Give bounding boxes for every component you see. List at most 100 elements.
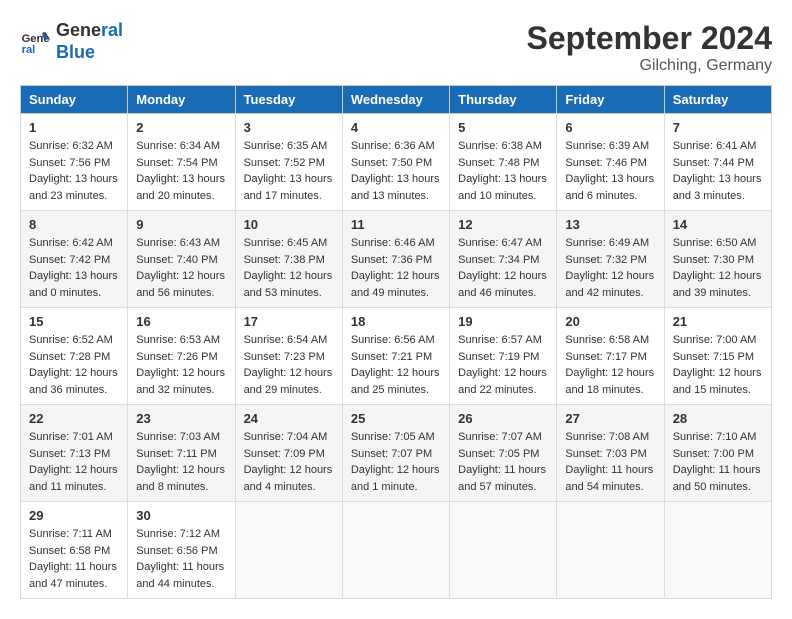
day-number: 22 bbox=[29, 411, 119, 426]
calendar-cell: 22Sunrise: 7:01 AM Sunset: 7:13 PM Dayli… bbox=[21, 405, 128, 502]
day-number: 2 bbox=[136, 120, 226, 135]
day-info: Sunrise: 6:39 AM Sunset: 7:46 PM Dayligh… bbox=[565, 138, 655, 204]
calendar-cell: 17Sunrise: 6:54 AM Sunset: 7:23 PM Dayli… bbox=[235, 308, 342, 405]
logo-text: General Blue bbox=[56, 20, 123, 63]
location: Gilching, Germany bbox=[527, 57, 772, 75]
day-number: 10 bbox=[244, 217, 334, 232]
day-info: Sunrise: 6:41 AM Sunset: 7:44 PM Dayligh… bbox=[673, 138, 763, 204]
weekday-saturday: Saturday bbox=[664, 86, 771, 114]
day-number: 24 bbox=[244, 411, 334, 426]
calendar-cell bbox=[557, 502, 664, 599]
day-number: 1 bbox=[29, 120, 119, 135]
month-title: September 2024 bbox=[527, 20, 772, 57]
day-number: 7 bbox=[673, 120, 763, 135]
calendar-week-1: 1 Sunrise: 6:32 AM Sunset: 7:56 PM Daylig… bbox=[21, 114, 772, 211]
day-info: Sunrise: 7:11 AM Sunset: 6:58 PM Dayligh… bbox=[29, 526, 119, 592]
day-number: 30 bbox=[136, 508, 226, 523]
day-info: Sunrise: 7:03 AM Sunset: 7:11 PM Dayligh… bbox=[136, 429, 226, 495]
calendar-cell: 19Sunrise: 6:57 AM Sunset: 7:19 PM Dayli… bbox=[450, 308, 557, 405]
day-number: 21 bbox=[673, 314, 763, 329]
day-number: 28 bbox=[673, 411, 763, 426]
weekday-friday: Friday bbox=[557, 86, 664, 114]
day-number: 3 bbox=[244, 120, 334, 135]
calendar-cell: 30Sunrise: 7:12 AM Sunset: 6:56 PM Dayli… bbox=[128, 502, 235, 599]
day-number: 20 bbox=[565, 314, 655, 329]
calendar-week-5: 29 Sunrise: 7:11 AM Sunset: 6:58 PM Dayli… bbox=[21, 502, 772, 599]
calendar-cell: 9 Sunrise: 6:43 AM Sunset: 7:40 PM Daylig… bbox=[128, 211, 235, 308]
day-number: 14 bbox=[673, 217, 763, 232]
calendar-header: SundayMondayTuesdayWednesdayThursdayFrid… bbox=[21, 86, 772, 114]
weekday-wednesday: Wednesday bbox=[342, 86, 449, 114]
weekday-sunday: Sunday bbox=[21, 86, 128, 114]
day-info: Sunrise: 6:49 AM Sunset: 7:32 PM Dayligh… bbox=[565, 235, 655, 301]
day-number: 13 bbox=[565, 217, 655, 232]
day-number: 5 bbox=[458, 120, 548, 135]
day-number: 19 bbox=[458, 314, 548, 329]
day-info: Sunrise: 6:32 AM Sunset: 7:56 PM Dayligh… bbox=[29, 138, 119, 204]
day-number: 9 bbox=[136, 217, 226, 232]
day-info: Sunrise: 7:05 AM Sunset: 7:07 PM Dayligh… bbox=[351, 429, 441, 495]
calendar-body: 1 Sunrise: 6:32 AM Sunset: 7:56 PM Daylig… bbox=[21, 114, 772, 599]
day-info: Sunrise: 6:42 AM Sunset: 7:42 PM Dayligh… bbox=[29, 235, 119, 301]
page-header: Gene ral General Blue September 2024 Gil… bbox=[20, 20, 772, 75]
calendar-cell: 26 Sunrise: 7:07 AM Sunset: 7:05 PM Dayli… bbox=[450, 405, 557, 502]
calendar-cell: 6 Sunrise: 6:39 AM Sunset: 7:46 PM Daylig… bbox=[557, 114, 664, 211]
calendar-cell: 8 Sunrise: 6:42 AM Sunset: 7:42 PM Daylig… bbox=[21, 211, 128, 308]
day-number: 18 bbox=[351, 314, 441, 329]
calendar-cell: 14 Sunrise: 6:50 AM Sunset: 7:30 PM Dayli… bbox=[664, 211, 771, 308]
day-number: 26 bbox=[458, 411, 548, 426]
weekday-tuesday: Tuesday bbox=[235, 86, 342, 114]
day-info: Sunrise: 7:00 AM Sunset: 7:15 PM Dayligh… bbox=[673, 332, 763, 398]
day-info: Sunrise: 6:35 AM Sunset: 7:52 PM Dayligh… bbox=[244, 138, 334, 204]
svg-text:ral: ral bbox=[22, 44, 36, 56]
day-info: Sunrise: 7:04 AM Sunset: 7:09 PM Dayligh… bbox=[244, 429, 334, 495]
day-info: Sunrise: 6:38 AM Sunset: 7:48 PM Dayligh… bbox=[458, 138, 548, 204]
calendar-cell: 7 Sunrise: 6:41 AM Sunset: 7:44 PM Daylig… bbox=[664, 114, 771, 211]
day-info: Sunrise: 6:45 AM Sunset: 7:38 PM Dayligh… bbox=[244, 235, 334, 301]
day-number: 8 bbox=[29, 217, 119, 232]
calendar-cell: 1 Sunrise: 6:32 AM Sunset: 7:56 PM Daylig… bbox=[21, 114, 128, 211]
calendar-cell: 5 Sunrise: 6:38 AM Sunset: 7:48 PM Daylig… bbox=[450, 114, 557, 211]
day-info: Sunrise: 7:08 AM Sunset: 7:03 PM Dayligh… bbox=[565, 429, 655, 495]
day-info: Sunrise: 6:36 AM Sunset: 7:50 PM Dayligh… bbox=[351, 138, 441, 204]
calendar-week-2: 8 Sunrise: 6:42 AM Sunset: 7:42 PM Daylig… bbox=[21, 211, 772, 308]
day-number: 17 bbox=[244, 314, 334, 329]
day-number: 6 bbox=[565, 120, 655, 135]
calendar-cell: 20 Sunrise: 6:58 AM Sunset: 7:17 PM Dayli… bbox=[557, 308, 664, 405]
calendar-cell: 11Sunrise: 6:46 AM Sunset: 7:36 PM Dayli… bbox=[342, 211, 449, 308]
day-info: Sunrise: 6:52 AM Sunset: 7:28 PM Dayligh… bbox=[29, 332, 119, 398]
calendar-cell: 4Sunrise: 6:36 AM Sunset: 7:50 PM Daylig… bbox=[342, 114, 449, 211]
calendar-cell bbox=[450, 502, 557, 599]
day-number: 11 bbox=[351, 217, 441, 232]
calendar-cell: 27 Sunrise: 7:08 AM Sunset: 7:03 PM Dayli… bbox=[557, 405, 664, 502]
weekday-thursday: Thursday bbox=[450, 86, 557, 114]
day-info: Sunrise: 7:10 AM Sunset: 7:00 PM Dayligh… bbox=[673, 429, 763, 495]
day-info: Sunrise: 6:47 AM Sunset: 7:34 PM Dayligh… bbox=[458, 235, 548, 301]
day-info: Sunrise: 6:56 AM Sunset: 7:21 PM Dayligh… bbox=[351, 332, 441, 398]
calendar-week-4: 22Sunrise: 7:01 AM Sunset: 7:13 PM Dayli… bbox=[21, 405, 772, 502]
day-info: Sunrise: 6:43 AM Sunset: 7:40 PM Dayligh… bbox=[136, 235, 226, 301]
day-info: Sunrise: 6:58 AM Sunset: 7:17 PM Dayligh… bbox=[565, 332, 655, 398]
logo: Gene ral General Blue bbox=[20, 20, 123, 63]
calendar-cell: 16 Sunrise: 6:53 AM Sunset: 7:26 PM Dayli… bbox=[128, 308, 235, 405]
logo-icon: Gene ral bbox=[20, 26, 52, 58]
calendar-cell: 25Sunrise: 7:05 AM Sunset: 7:07 PM Dayli… bbox=[342, 405, 449, 502]
calendar-cell: 23Sunrise: 7:03 AM Sunset: 7:11 PM Dayli… bbox=[128, 405, 235, 502]
calendar-week-3: 15Sunrise: 6:52 AM Sunset: 7:28 PM Dayli… bbox=[21, 308, 772, 405]
weekday-header-row: SundayMondayTuesdayWednesdayThursdayFrid… bbox=[21, 86, 772, 114]
day-info: Sunrise: 6:53 AM Sunset: 7:26 PM Dayligh… bbox=[136, 332, 226, 398]
calendar-cell bbox=[235, 502, 342, 599]
day-number: 27 bbox=[565, 411, 655, 426]
title-block: September 2024 Gilching, Germany bbox=[527, 20, 772, 75]
calendar-cell: 21 Sunrise: 7:00 AM Sunset: 7:15 PM Dayli… bbox=[664, 308, 771, 405]
calendar-cell: 18 Sunrise: 6:56 AM Sunset: 7:21 PM Dayli… bbox=[342, 308, 449, 405]
day-info: Sunrise: 7:07 AM Sunset: 7:05 PM Dayligh… bbox=[458, 429, 548, 495]
calendar-cell bbox=[664, 502, 771, 599]
calendar-cell: 24 Sunrise: 7:04 AM Sunset: 7:09 PM Dayli… bbox=[235, 405, 342, 502]
day-number: 16 bbox=[136, 314, 226, 329]
day-number: 29 bbox=[29, 508, 119, 523]
calendar-cell: 29 Sunrise: 7:11 AM Sunset: 6:58 PM Dayli… bbox=[21, 502, 128, 599]
calendar-cell: 10 Sunrise: 6:45 AM Sunset: 7:38 PM Dayli… bbox=[235, 211, 342, 308]
day-info: Sunrise: 6:50 AM Sunset: 7:30 PM Dayligh… bbox=[673, 235, 763, 301]
calendar-cell: 28 Sunrise: 7:10 AM Sunset: 7:00 PM Dayli… bbox=[664, 405, 771, 502]
